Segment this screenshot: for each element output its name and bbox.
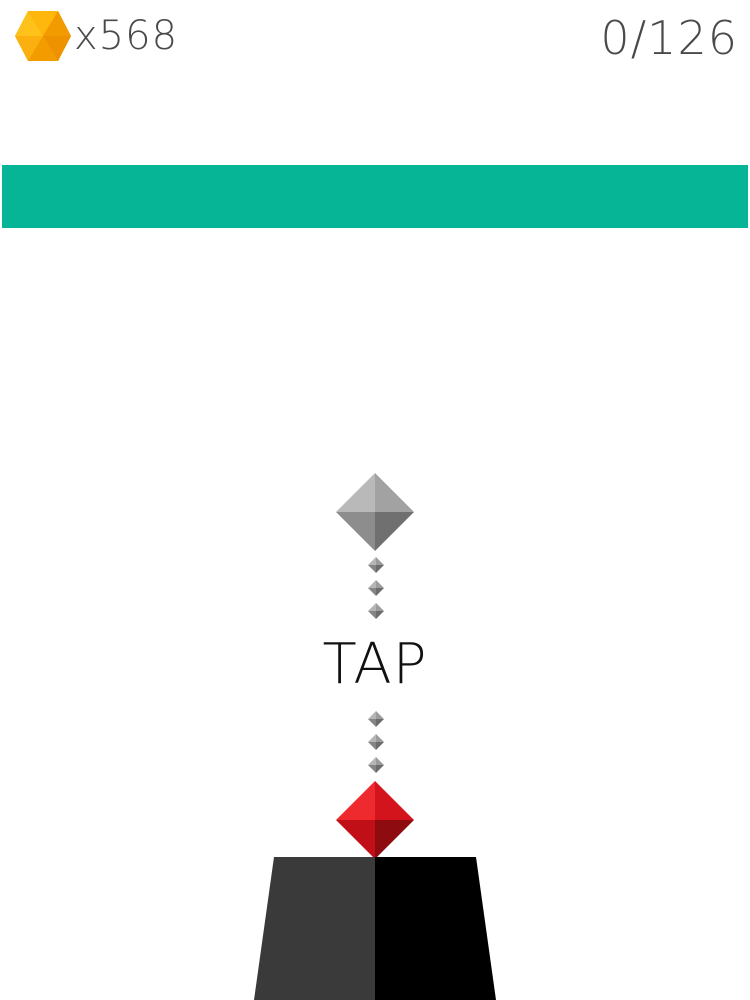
target-bar [2, 165, 748, 228]
guide-dot [368, 757, 384, 773]
hexagon-coin-icon [15, 11, 71, 61]
guide-dot [368, 557, 384, 573]
target-gem [336, 473, 414, 551]
launch-pedestal [254, 857, 496, 1000]
guide-dot [368, 711, 384, 727]
guide-dot [368, 734, 384, 750]
coin-count: x568 [74, 13, 179, 59]
guide-dot [368, 603, 384, 619]
guide-dot [368, 580, 384, 596]
player-gem[interactable] [336, 781, 414, 859]
game-screen[interactable]: x568 0/126 TAP [0, 0, 750, 1000]
coin-counter: x568 [14, 10, 178, 62]
level-progress: 0/126 [600, 11, 738, 65]
tap-prompt: TAP [322, 632, 428, 697]
